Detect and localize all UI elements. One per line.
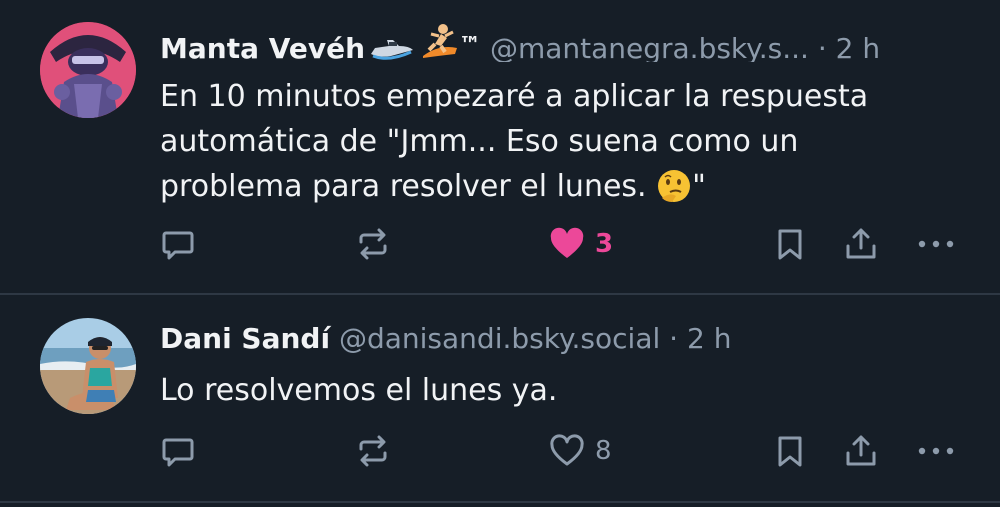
post[interactable]: Manta Vevéh ™ @mantanegra.bsky.s... · 2 …: [0, 0, 1000, 295]
share-icon: [843, 226, 879, 262]
more-options-button[interactable]: [916, 222, 956, 266]
reply-icon: [160, 433, 196, 469]
post-text-main: Lo resolvemos el lunes ya.: [160, 373, 558, 408]
reply-button[interactable]: [160, 222, 196, 266]
surfer-icon: [419, 22, 459, 62]
share-button[interactable]: [843, 222, 879, 266]
timestamp[interactable]: 2 h: [836, 32, 880, 62]
trademark-badge: ™: [459, 33, 482, 58]
like-count: 3: [595, 229, 614, 259]
like-button[interactable]: 3: [549, 222, 613, 266]
bookmark-icon: [772, 433, 808, 469]
like-count: 8: [595, 436, 612, 466]
separator: ·: [817, 32, 827, 62]
post-text: Lo resolvemos el lunes ya.: [160, 368, 950, 413]
bookmark-button[interactable]: [772, 429, 808, 473]
reply-icon: [160, 226, 196, 262]
author-handle[interactable]: @mantanegra.bsky.s...: [490, 32, 809, 62]
share-icon: [843, 433, 879, 469]
heart-filled-icon: [549, 226, 585, 262]
author-handle[interactable]: @danisandi.bsky.social: [339, 322, 660, 355]
author-name[interactable]: Manta Vevéh: [160, 32, 365, 62]
post-text-end: ": [692, 169, 706, 204]
avatar[interactable]: [40, 22, 136, 118]
reply-button[interactable]: [160, 429, 196, 473]
action-bar: 3: [0, 222, 1000, 266]
post-header: Manta Vevéh ™ @mantanegra.bsky.s... · 2 …: [160, 22, 970, 62]
action-bar: 8: [0, 429, 1000, 473]
separator: ·: [669, 322, 679, 355]
more-options-button[interactable]: [916, 429, 956, 473]
heart-outline-icon: [549, 433, 585, 469]
thinking-face-emoji: [656, 168, 692, 217]
post-header: Dani Sandí @danisandi.bsky.social · 2 h: [160, 319, 970, 359]
post-text-main: En 10 minutos empezaré a aplicar la resp…: [160, 79, 869, 204]
more-icon: [916, 226, 956, 262]
post-text: En 10 minutos empezaré a aplicar la resp…: [160, 74, 950, 217]
repost-icon: [355, 226, 391, 262]
bookmark-button[interactable]: [772, 222, 808, 266]
like-button[interactable]: 8: [549, 429, 612, 473]
post[interactable]: Dani Sandí @danisandi.bsky.social · 2 h …: [0, 295, 1000, 503]
author-name[interactable]: Dani Sandí: [160, 322, 330, 355]
repost-icon: [355, 433, 391, 469]
jetski-icon: [369, 32, 415, 62]
repost-button[interactable]: [355, 429, 391, 473]
avatar[interactable]: [40, 318, 136, 414]
bookmark-icon: [772, 226, 808, 262]
feed: Manta Vevéh ™ @mantanegra.bsky.s... · 2 …: [0, 0, 1000, 507]
more-icon: [916, 433, 956, 469]
share-button[interactable]: [843, 429, 879, 473]
repost-button[interactable]: [355, 222, 391, 266]
timestamp[interactable]: 2 h: [687, 322, 731, 355]
